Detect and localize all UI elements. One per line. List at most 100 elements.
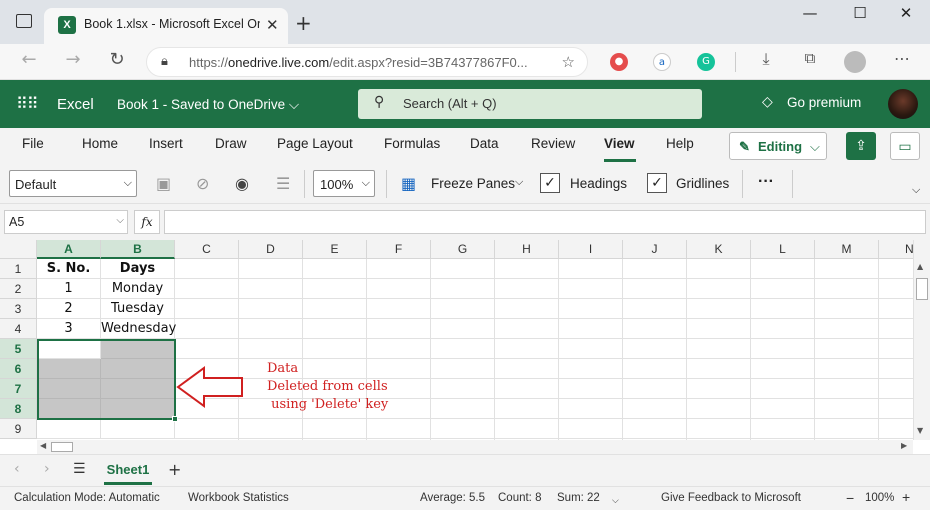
- column-header[interactable]: I: [559, 240, 623, 259]
- favorite-icon[interactable]: ☆: [562, 53, 575, 71]
- comments-button[interactable]: ▭: [890, 132, 920, 160]
- row-header[interactable]: 1: [0, 259, 37, 279]
- tab-formulas[interactable]: Formulas: [384, 136, 440, 151]
- column-header[interactable]: H: [495, 240, 559, 259]
- search-box[interactable]: ⚲ Search (Alt + Q): [358, 89, 702, 119]
- row-header[interactable]: 4: [0, 319, 37, 339]
- more-icon[interactable]: ⋯: [888, 49, 916, 68]
- tab-help[interactable]: Help: [666, 136, 694, 151]
- exit-view-icon[interactable]: ⊘: [196, 174, 209, 193]
- column-header[interactable]: C: [175, 240, 239, 259]
- cell-B2[interactable]: Monday: [101, 279, 175, 299]
- tab-view[interactable]: View: [604, 136, 635, 151]
- share-button[interactable]: ⇪: [846, 132, 876, 160]
- scroll-down-icon[interactable]: ▼: [917, 426, 923, 435]
- refresh-icon[interactable]: ↻: [103, 49, 131, 70]
- scroll-up-icon[interactable]: ▲: [917, 262, 923, 271]
- cell-A3[interactable]: 2: [37, 299, 101, 319]
- row-header[interactable]: 9: [0, 419, 37, 439]
- app-launcher-icon[interactable]: ⠿⠿: [16, 94, 38, 113]
- tab-review[interactable]: Review: [531, 136, 575, 151]
- cell-B4[interactable]: Wednesday: [101, 319, 176, 339]
- close-window-icon[interactable]: ✕: [886, 4, 926, 22]
- feedback-link[interactable]: Give Feedback to Microsoft: [661, 492, 801, 504]
- freeze-panes-button[interactable]: Freeze Panes: [431, 176, 515, 191]
- extension-icon[interactable]: a: [653, 53, 671, 71]
- avatar[interactable]: [888, 89, 918, 119]
- more-options-button[interactable]: ···: [758, 173, 774, 191]
- scroll-right-icon[interactable]: ▶: [901, 441, 907, 450]
- list-icon[interactable]: ☰: [276, 174, 290, 193]
- name-box[interactable]: A5 ⌵: [4, 210, 128, 234]
- app-name[interactable]: Excel: [57, 96, 94, 113]
- extension-icon[interactable]: ●: [610, 53, 628, 71]
- zoom-select[interactable]: 100% ⌵: [313, 170, 375, 197]
- row-header[interactable]: 2: [0, 279, 37, 299]
- chevron-down-icon[interactable]: ⌵: [515, 176, 523, 189]
- tab-data[interactable]: Data: [470, 136, 499, 151]
- row-header[interactable]: 7: [0, 379, 37, 399]
- tab-insert[interactable]: Insert: [149, 136, 183, 151]
- forward-icon[interactable]: →: [59, 49, 87, 70]
- row-header[interactable]: 5: [0, 339, 37, 359]
- worksheet-grid[interactable]: A B C D E F G H I J K L M N 1 2 3 4 5 6 …: [0, 240, 913, 440]
- scroll-left-icon[interactable]: ◀: [40, 441, 46, 450]
- row-header[interactable]: 3: [0, 299, 37, 319]
- insert-function-button[interactable]: fx: [134, 210, 160, 234]
- scroll-thumb[interactable]: [916, 278, 928, 300]
- go-premium-link[interactable]: Go premium: [787, 95, 861, 110]
- sheet-view-select[interactable]: Default ⌵: [9, 170, 137, 197]
- column-header[interactable]: B: [101, 240, 175, 259]
- zoom-in-icon[interactable]: +: [902, 489, 910, 505]
- next-sheet-icon[interactable]: ›: [44, 461, 50, 477]
- editing-mode-button[interactable]: ✎ Editing ⌵: [729, 132, 827, 160]
- browser-tab[interactable]: X Book 1.xlsx - Microsoft Excel Onl ✕: [44, 8, 288, 44]
- close-tab-icon[interactable]: ✕: [266, 16, 279, 34]
- new-tab-icon[interactable]: +: [295, 11, 312, 35]
- save-view-icon[interactable]: ▣: [156, 174, 171, 193]
- grammarly-icon[interactable]: G: [697, 53, 715, 71]
- all-sheets-icon[interactable]: ☰: [73, 461, 86, 477]
- column-header[interactable]: F: [367, 240, 431, 259]
- minimize-icon[interactable]: —: [790, 4, 830, 22]
- cell-A2[interactable]: 1: [37, 279, 101, 299]
- url-field[interactable]: 🔒︎ https://onedrive.live.com/edit.aspx?r…: [146, 47, 588, 77]
- row-header[interactable]: 8: [0, 399, 37, 419]
- downloads-icon[interactable]: ⤓: [752, 49, 780, 69]
- cell-A4[interactable]: 3: [37, 319, 101, 339]
- fill-handle[interactable]: [172, 416, 178, 422]
- profile-icon[interactable]: [844, 51, 866, 73]
- horizontal-scrollbar[interactable]: ◀ ▶: [37, 440, 913, 454]
- maximize-icon[interactable]: ☐: [840, 4, 880, 22]
- column-header[interactable]: K: [687, 240, 751, 259]
- add-sheet-icon[interactable]: +: [168, 460, 181, 479]
- calculation-mode[interactable]: Calculation Mode: Automatic: [14, 492, 160, 504]
- column-header[interactable]: L: [751, 240, 815, 259]
- cell-B9[interactable]: [101, 419, 175, 439]
- workbook-statistics-link[interactable]: Workbook Statistics: [188, 492, 289, 504]
- tab-draw[interactable]: Draw: [215, 136, 247, 151]
- column-header[interactable]: J: [623, 240, 687, 259]
- zoom-out-icon[interactable]: −: [846, 490, 854, 506]
- select-all-corner[interactable]: [0, 240, 37, 259]
- cell-B3[interactable]: Tuesday: [101, 299, 175, 319]
- scroll-thumb[interactable]: [51, 442, 73, 452]
- tab-home[interactable]: Home: [82, 136, 118, 151]
- formula-input[interactable]: [164, 210, 926, 234]
- row-header[interactable]: 6: [0, 359, 37, 379]
- column-header[interactable]: G: [431, 240, 495, 259]
- headings-checkbox[interactable]: ✓: [540, 173, 560, 193]
- back-icon[interactable]: ←: [15, 49, 43, 70]
- chevron-down-icon[interactable]: ⌵: [612, 495, 619, 506]
- vertical-scrollbar[interactable]: ▲ ▼: [913, 240, 930, 440]
- tab-file[interactable]: File: [22, 136, 44, 151]
- column-header[interactable]: M: [815, 240, 879, 259]
- tab-actions-icon[interactable]: [16, 14, 32, 28]
- column-header[interactable]: N: [879, 240, 913, 259]
- sheet-tab[interactable]: Sheet1: [104, 455, 152, 485]
- tab-page-layout[interactable]: Page Layout: [277, 136, 353, 151]
- collapse-ribbon-icon[interactable]: ⌵: [912, 184, 920, 197]
- cell-A1[interactable]: S. No.: [37, 259, 101, 279]
- column-header[interactable]: E: [303, 240, 367, 259]
- column-header[interactable]: D: [239, 240, 303, 259]
